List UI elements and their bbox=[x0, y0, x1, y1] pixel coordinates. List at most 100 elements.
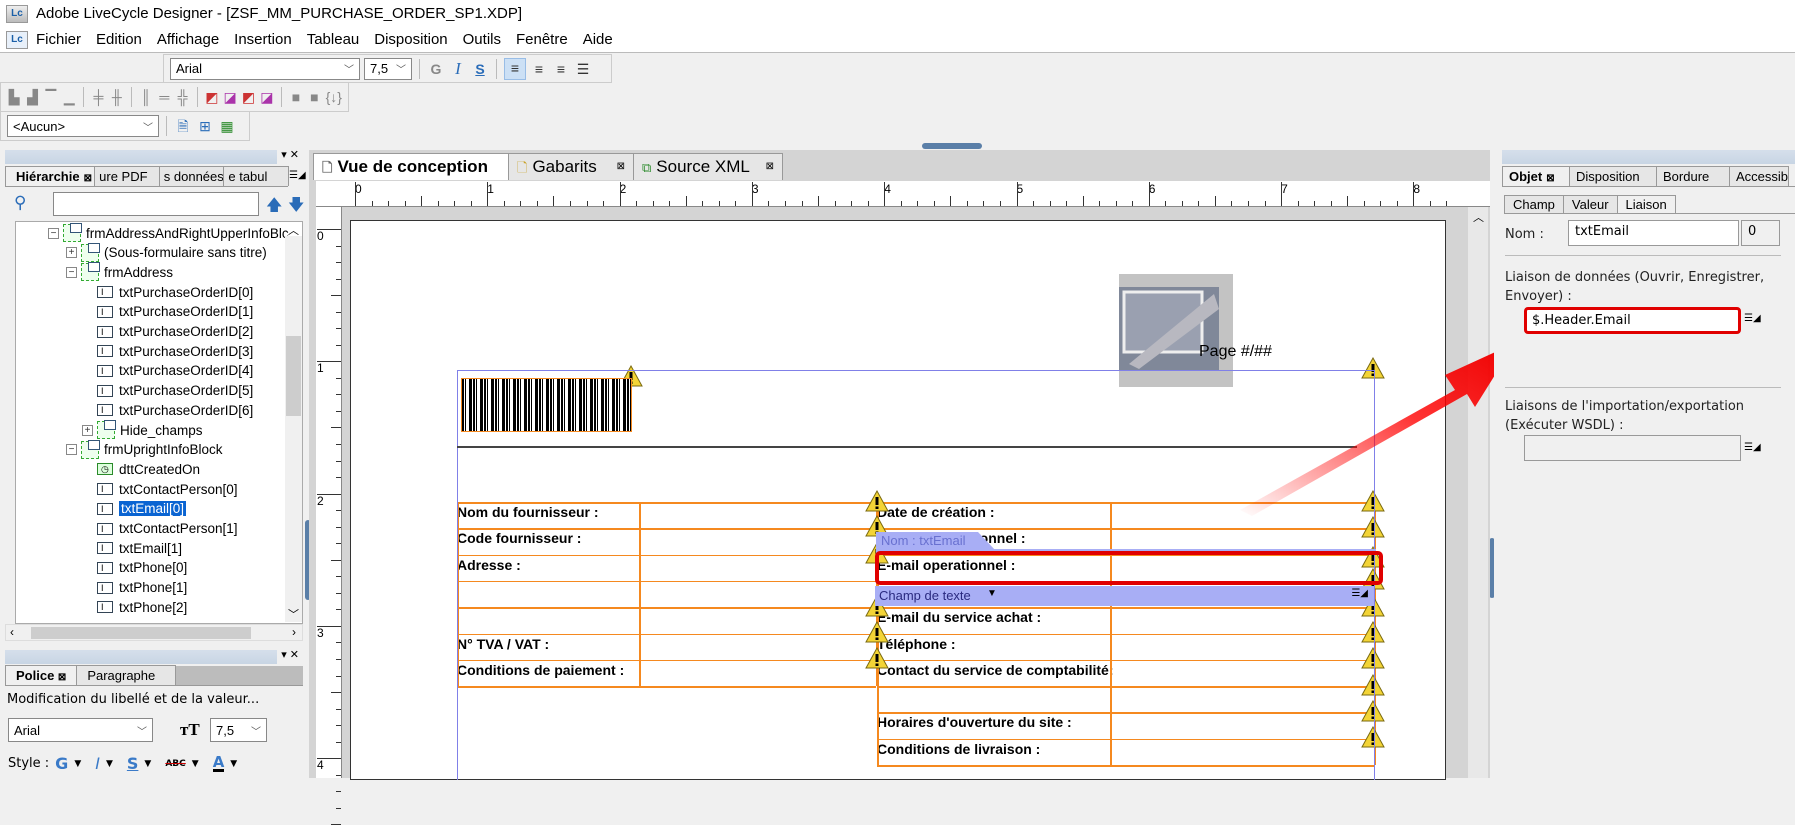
subtab-champ[interactable]: Champ bbox=[1504, 195, 1564, 213]
tab-hierarchy-2[interactable]: s données bbox=[158, 166, 225, 186]
collapse-icon[interactable]: − bbox=[66, 266, 77, 278]
menu-edition[interactable]: Edition bbox=[96, 31, 142, 48]
import-export-binding-input[interactable] bbox=[1524, 435, 1741, 461]
top-splitter-handle[interactable] bbox=[922, 143, 982, 149]
tree-item[interactable]: ItxtPhone[2] bbox=[97, 597, 187, 617]
add-page-icon[interactable]: ⊞ bbox=[196, 117, 214, 135]
tab-editor-2[interactable]: ⧉ Source XML ⊠ bbox=[633, 153, 783, 180]
align-left-button[interactable]: ≡ bbox=[504, 57, 526, 80]
close-icon[interactable]: ⊠ bbox=[1546, 173, 1554, 184]
tree-item[interactable]: ItxtPurchaseOrderID[0] bbox=[97, 282, 253, 302]
tree-item[interactable]: − frmUprightInfoBlock bbox=[66, 439, 223, 460]
menu-tableau[interactable]: Tableau bbox=[307, 31, 360, 48]
strikethrough-button[interactable]: ABC bbox=[165, 759, 185, 769]
menu-fichier[interactable]: Fichier bbox=[36, 31, 81, 48]
tree-item[interactable]: − frmAddress bbox=[66, 262, 173, 282]
close-icon[interactable]: ⊠ bbox=[58, 672, 66, 683]
tree-item[interactable]: ItxtPurchaseOrderID[6] bbox=[97, 400, 253, 420]
tab-police[interactable]: Police ⊠ bbox=[5, 665, 78, 685]
arrow-down-icon[interactable]: 🡇 bbox=[288, 194, 304, 221]
tree-item[interactable]: ItxtEmail[0] bbox=[97, 499, 187, 519]
send-to-back-icon[interactable]: ◪ bbox=[223, 88, 237, 106]
panel-font-select[interactable]: Arial ﹀ bbox=[8, 718, 153, 742]
menu-disposition[interactable]: Disposition bbox=[374, 31, 447, 48]
expand-icon[interactable]: + bbox=[82, 424, 93, 436]
chevron-down-icon[interactable]: ▼ bbox=[192, 759, 199, 769]
menu-outils[interactable]: Outils bbox=[463, 31, 501, 48]
panel-font-size-select[interactable]: 7,5 ﹀ bbox=[210, 718, 267, 742]
bold-button[interactable]: G bbox=[427, 60, 445, 78]
tab-paragraphe[interactable]: Paragraphe bbox=[76, 665, 177, 685]
center-vertical-icon[interactable]: ╫ bbox=[110, 88, 124, 106]
hierarchy-search-input[interactable] bbox=[53, 192, 259, 216]
menu-insertion[interactable]: Insertion bbox=[234, 31, 292, 48]
panel-menu-close-icon[interactable]: ▾ ✕ bbox=[281, 648, 299, 661]
menu-affichage[interactable]: Affichage bbox=[157, 31, 219, 48]
barcode-field[interactable] bbox=[461, 378, 632, 432]
tree-item[interactable]: ItxtPurchaseOrderID[2] bbox=[97, 322, 253, 342]
close-icon[interactable]: ⊠ bbox=[84, 173, 92, 184]
font-size-select[interactable]: 7,5 ﹀ bbox=[364, 57, 412, 80]
collapse-icon[interactable]: − bbox=[66, 444, 77, 456]
tab-hierarchy-1[interactable]: ure PDF bbox=[94, 166, 160, 186]
align-left-edges-icon[interactable]: ▙ bbox=[7, 88, 21, 106]
arrow-up-icon[interactable]: 🡅 bbox=[266, 194, 282, 221]
table-refresh-icon[interactable]: ▦ bbox=[218, 117, 236, 135]
distribute-vertical-icon[interactable]: ═ bbox=[157, 88, 171, 106]
tree-item[interactable]: ItxtPurchaseOrderID[5] bbox=[97, 381, 253, 401]
italic-button[interactable]: I bbox=[95, 754, 100, 773]
subtab-liaison[interactable]: Liaison bbox=[1616, 195, 1676, 213]
align-center-button[interactable]: ≡ bbox=[530, 60, 548, 78]
chevron-down-icon[interactable]: ▼ bbox=[230, 759, 237, 769]
make-same-height-icon[interactable]: ■ bbox=[307, 88, 321, 106]
tab-object-2[interactable]: Bordure bbox=[1656, 166, 1730, 186]
bring-forward-icon[interactable]: ◩ bbox=[241, 88, 255, 106]
tab-object-3[interactable]: Accessibi bbox=[1729, 166, 1789, 186]
underline-button[interactable]: S bbox=[127, 754, 139, 773]
italic-button[interactable]: I bbox=[449, 59, 467, 78]
subtab-valeur[interactable]: Valeur bbox=[1562, 195, 1618, 213]
tab-editor-0[interactable]: 🗋 Vue de conception bbox=[313, 153, 509, 180]
new-form-icon[interactable]: 🗎 bbox=[174, 117, 192, 135]
menu-aide[interactable]: Aide bbox=[583, 31, 613, 48]
bring-to-front-icon[interactable]: ◩ bbox=[205, 88, 219, 106]
tree-item[interactable]: + Hide_champs bbox=[82, 420, 203, 440]
align-top-icon[interactable]: ▔ bbox=[44, 88, 58, 106]
align-bottom-icon[interactable]: ▁ bbox=[62, 88, 76, 106]
align-right-button[interactable]: ≡ bbox=[552, 60, 570, 78]
center-horizontal-icon[interactable]: ╪ bbox=[91, 88, 105, 106]
tree-item[interactable]: + (Sous-formulaire sans titre) bbox=[66, 242, 267, 263]
tree-vertical-scrollbar[interactable]: ︿ ﹀ bbox=[285, 225, 302, 622]
underline-button[interactable]: S bbox=[471, 60, 489, 78]
tab-hierarchy-0[interactable]: Hiérarchie ⊠ bbox=[5, 166, 96, 186]
bold-button[interactable]: G bbox=[55, 754, 68, 773]
font-select[interactable]: Arial ﹀ bbox=[170, 57, 360, 80]
close-icon[interactable]: ⊠ bbox=[766, 161, 774, 172]
name-input[interactable]: txtEmail bbox=[1568, 220, 1739, 246]
script-object-select[interactable]: <Aucun> ﹀ bbox=[7, 115, 159, 137]
align-right-edges-icon[interactable]: ▟ bbox=[25, 88, 39, 106]
chevron-down-icon[interactable]: ▼ bbox=[144, 759, 151, 769]
justify-button[interactable]: ☰ bbox=[574, 60, 592, 78]
tab-hierarchy-3[interactable]: e tabul bbox=[223, 166, 289, 186]
tab-object-1[interactable]: Disposition bbox=[1569, 166, 1657, 186]
import-options-icon[interactable]: ☰◢ bbox=[1744, 442, 1761, 453]
tree-item[interactable]: ItxtContactPerson[1] bbox=[97, 519, 238, 539]
send-backward-icon[interactable]: ◪ bbox=[260, 88, 274, 106]
distribute-horizontal-icon[interactable]: ║ bbox=[139, 88, 153, 106]
binding-options-icon[interactable]: ☰◢ bbox=[1744, 313, 1761, 324]
make-same-width-icon[interactable]: ■ bbox=[289, 88, 303, 106]
font-color-button[interactable]: A bbox=[212, 755, 225, 772]
field-options-icon[interactable]: ☰◢ bbox=[1351, 588, 1368, 599]
selection-type-bar[interactable]: Champ de texte ▼ ☰◢ bbox=[875, 586, 1374, 606]
tab-editor-1[interactable]: 🗋 Gabarits ⊠ bbox=[508, 153, 634, 180]
expand-icon[interactable]: + bbox=[66, 247, 77, 259]
tree-item[interactable]: ItxtEmail[1] bbox=[97, 538, 182, 558]
tree-item[interactable]: ItxtPhone[0] bbox=[97, 558, 187, 578]
panel-menu-close-icon[interactable]: ▾ ✕ bbox=[281, 148, 299, 161]
menu-fenêtre[interactable]: Fenêtre bbox=[516, 31, 568, 48]
chevron-down-icon[interactable]: ▼ bbox=[74, 759, 81, 769]
tab-object-0[interactable]: Objet ⊠ bbox=[1502, 166, 1570, 186]
tree-item[interactable]: ◷ dttCreatedOn bbox=[97, 459, 200, 479]
chevron-down-icon[interactable]: ▼ bbox=[987, 588, 997, 599]
